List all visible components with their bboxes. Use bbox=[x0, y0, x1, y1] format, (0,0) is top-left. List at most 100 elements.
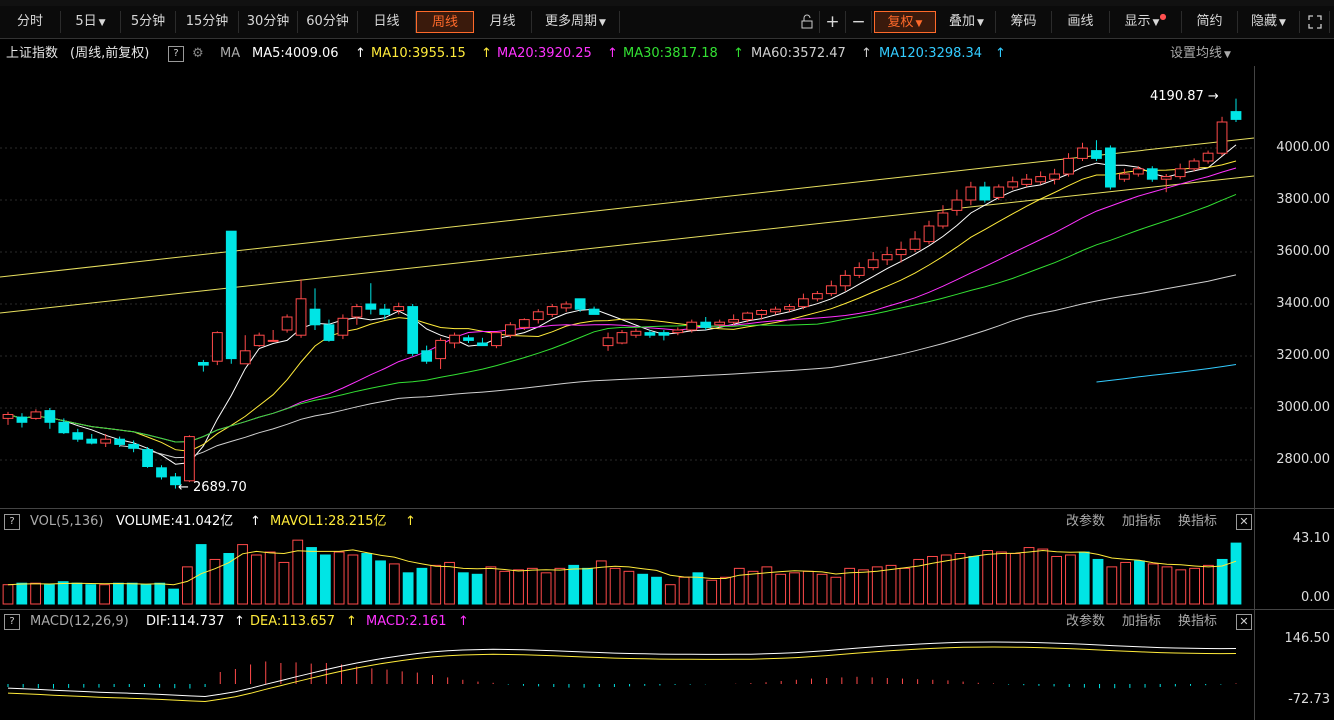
volume-bar bbox=[775, 573, 787, 605]
volume-bar bbox=[471, 573, 483, 605]
candle-body bbox=[1077, 147, 1088, 159]
volume-bar bbox=[830, 576, 842, 605]
candle-body bbox=[686, 321, 698, 331]
volume-bar bbox=[209, 558, 221, 605]
volume-bar bbox=[899, 567, 911, 605]
candle-body bbox=[1063, 157, 1074, 175]
candle-body bbox=[839, 274, 851, 287]
macd-params-link[interactable]: 改参数 bbox=[1066, 612, 1105, 632]
volume-bar bbox=[140, 584, 152, 605]
volume-bar bbox=[623, 570, 635, 605]
vol-add-indicator-link[interactable]: 加指标 bbox=[1122, 512, 1161, 532]
candle-body bbox=[1132, 168, 1144, 175]
macd-value: MACD:2.161 bbox=[366, 614, 447, 629]
volume-bar bbox=[1078, 551, 1090, 605]
candle-body bbox=[532, 311, 544, 321]
volume-bar bbox=[858, 569, 869, 605]
macd-add-indicator-link[interactable]: 加指标 bbox=[1122, 612, 1161, 632]
ma30-line bbox=[7, 193, 1237, 443]
candle-body bbox=[128, 443, 139, 449]
candle-body bbox=[407, 306, 419, 354]
volume-bar bbox=[733, 567, 745, 605]
volume-bar bbox=[802, 570, 814, 605]
candle-body bbox=[1105, 147, 1116, 188]
volume-bar bbox=[1147, 563, 1159, 605]
volume-bar bbox=[416, 567, 428, 605]
candle-body bbox=[853, 267, 865, 276]
candle-body bbox=[811, 293, 823, 300]
ma120-line bbox=[1096, 364, 1237, 383]
volume-bar bbox=[526, 567, 538, 605]
candle-body bbox=[518, 319, 530, 328]
candle-body bbox=[365, 303, 377, 310]
volume-bar bbox=[319, 554, 331, 605]
candle-body bbox=[30, 411, 42, 419]
macd-switch-indicator-link[interactable]: 换指标 bbox=[1178, 612, 1217, 632]
candle-body bbox=[1230, 111, 1242, 120]
candle-body bbox=[1146, 168, 1158, 180]
close-icon[interactable]: ✕ bbox=[1236, 514, 1252, 530]
candle-body bbox=[728, 319, 740, 323]
ma5-line bbox=[7, 144, 1237, 465]
volume-bar bbox=[264, 551, 276, 605]
volume-bar bbox=[85, 584, 97, 605]
volume-bar bbox=[513, 569, 524, 605]
candle-body bbox=[1035, 176, 1047, 183]
candle-body bbox=[616, 332, 628, 344]
vol-params-link[interactable]: 改参数 bbox=[1066, 512, 1105, 532]
vol-switch-indicator-link[interactable]: 换指标 bbox=[1178, 512, 1217, 532]
volume-bar bbox=[996, 551, 1007, 605]
candle-body bbox=[184, 436, 195, 482]
candle-body bbox=[1188, 160, 1200, 170]
candle-body bbox=[644, 332, 656, 336]
volume-bar bbox=[1230, 542, 1242, 605]
dea-line bbox=[7, 646, 1237, 703]
candle-body bbox=[379, 308, 391, 315]
candle-body bbox=[951, 199, 963, 211]
volume-bar bbox=[126, 582, 138, 605]
candle-body bbox=[1021, 178, 1033, 185]
volume-bar bbox=[816, 573, 828, 605]
volume-bar bbox=[57, 581, 69, 605]
candle-body bbox=[2, 414, 14, 419]
volume-bar bbox=[637, 573, 649, 605]
candle-body bbox=[1202, 152, 1214, 162]
candle-body bbox=[1091, 150, 1102, 159]
candle-body bbox=[714, 321, 726, 326]
vol-axis-bottom: 0.00 bbox=[1301, 590, 1330, 605]
vol-axis-top: 43.10 bbox=[1292, 531, 1330, 546]
candle-body bbox=[449, 334, 460, 344]
volume-bar bbox=[44, 584, 55, 605]
candle-body bbox=[393, 306, 405, 312]
volume-bar bbox=[1120, 561, 1132, 605]
trendline bbox=[0, 175, 1255, 314]
candle-body bbox=[58, 421, 70, 434]
help-icon[interactable]: ? bbox=[4, 514, 20, 530]
volume-bar bbox=[375, 560, 386, 605]
volume-bar bbox=[485, 566, 497, 605]
candle-body bbox=[588, 308, 600, 315]
candle-body bbox=[895, 248, 907, 256]
candle-body bbox=[825, 285, 837, 295]
candle-body bbox=[323, 324, 335, 341]
volume-bar bbox=[1037, 548, 1049, 605]
dea-value: DEA:113.657 bbox=[250, 614, 336, 629]
volume-bar bbox=[1203, 564, 1214, 605]
volume-bar bbox=[1106, 566, 1118, 605]
volume-bar bbox=[554, 567, 566, 605]
candle-body bbox=[351, 306, 363, 318]
volume-bar bbox=[388, 563, 400, 605]
volume-bar bbox=[99, 584, 110, 605]
candle-body bbox=[142, 449, 153, 468]
volume-bar bbox=[1189, 567, 1200, 605]
dif-value: DIF:114.737 bbox=[146, 614, 225, 629]
dif-line bbox=[7, 641, 1237, 698]
help-icon[interactable]: ? bbox=[4, 614, 20, 630]
candle-body bbox=[253, 334, 265, 347]
volume-bar bbox=[609, 567, 621, 605]
candle-body bbox=[421, 350, 433, 362]
vol-label: VOL(5,136) bbox=[30, 514, 104, 529]
close-icon[interactable]: ✕ bbox=[1236, 614, 1252, 630]
volume-bar bbox=[250, 554, 262, 605]
arrow-up-icon: ↑ bbox=[405, 514, 416, 529]
